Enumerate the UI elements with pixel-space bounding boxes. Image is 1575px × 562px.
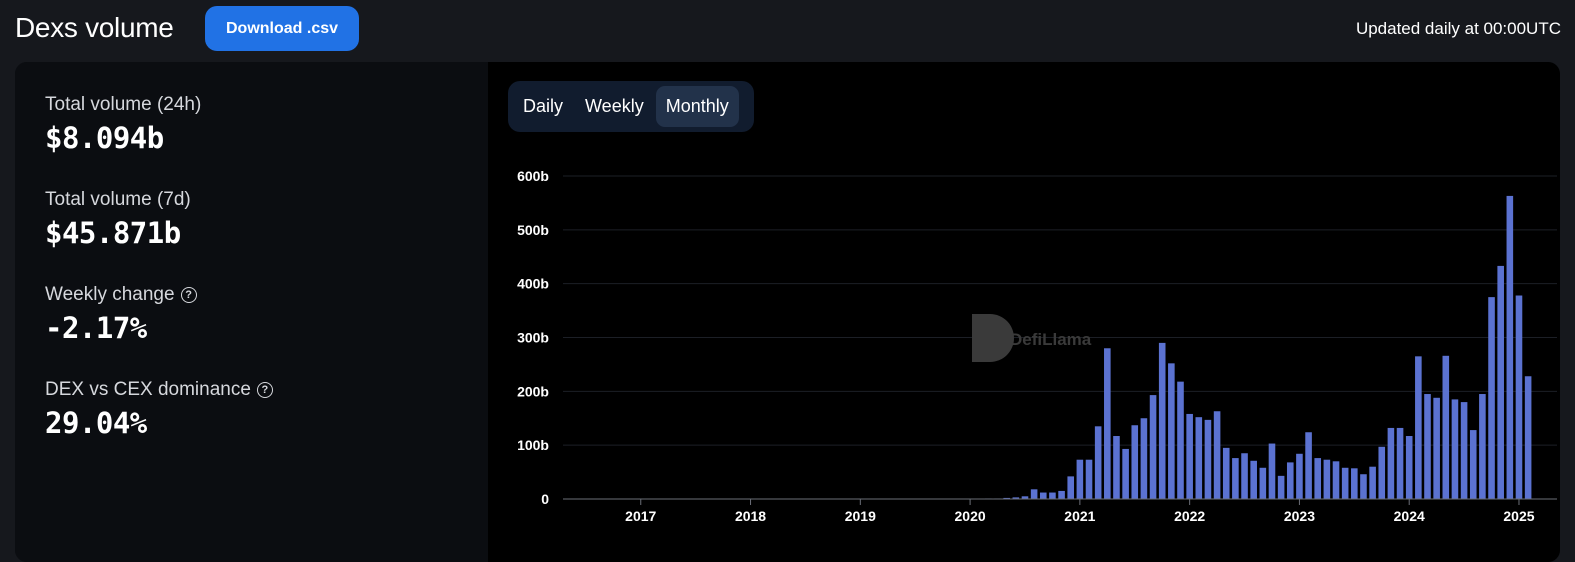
volume-bar[interactable] [1039, 492, 1047, 499]
y-tick-label: 400b [517, 276, 549, 292]
volume-bar[interactable] [1460, 402, 1468, 499]
volume-bar[interactable] [1122, 448, 1129, 499]
volume-bar[interactable] [1497, 265, 1504, 499]
update-schedule-note: Updated daily at 00:00UTC [1355, 19, 1561, 38]
stat-dex-cex-dominance: DEX vs CEX dominance ? 29.04% [45, 379, 273, 440]
volume-bar[interactable] [1469, 430, 1477, 499]
x-tick-label: 2025 [1503, 508, 1534, 524]
volume-bar[interactable] [1341, 467, 1349, 499]
y-tick-label: 300b [517, 330, 549, 346]
x-tick-label: 2023 [1284, 508, 1315, 524]
volume-bar[interactable] [1323, 459, 1331, 499]
volume-bar[interactable] [1433, 397, 1440, 499]
x-tick-label: 2017 [625, 508, 656, 524]
volume-bar[interactable] [1387, 427, 1395, 499]
volume-bar[interactable] [1149, 395, 1157, 499]
chart-area: Daily Weekly Monthly DefiLlama 0 100b 200b… [488, 62, 1560, 562]
stat-weekly-change: Weekly change ? -2.17% [45, 284, 197, 345]
volume-bar[interactable] [1250, 460, 1257, 499]
volume-bar[interactable] [1451, 399, 1459, 499]
volume-bar[interactable] [1030, 489, 1038, 499]
x-tick-label: 2019 [845, 508, 876, 524]
volume-bar[interactable] [1067, 476, 1075, 499]
volume-bar[interactable] [1195, 417, 1203, 499]
stat-label: Total volume (24h) [45, 94, 202, 115]
y-tick-label: 100b [517, 437, 549, 453]
stat-value: -2.17% [45, 311, 147, 345]
y-tick-label: 0 [541, 491, 549, 507]
watermark-text: DefiLlama [1010, 330, 1092, 349]
volume-bar[interactable] [1104, 348, 1111, 499]
defillama-watermark: DefiLlama [972, 314, 1092, 362]
volume-bar[interactable] [1049, 492, 1056, 499]
volume-bar[interactable] [1524, 376, 1532, 499]
volume-bar[interactable] [1396, 427, 1404, 499]
volume-bar[interactable] [1442, 355, 1450, 499]
volume-bar[interactable] [1515, 295, 1523, 499]
x-tick-label: 2024 [1394, 508, 1425, 524]
stat-total-volume-24h: Total volume (24h) $8.094b [45, 94, 201, 155]
volume-bar[interactable] [1058, 490, 1065, 499]
volume-bar[interactable] [1241, 453, 1248, 499]
volume-bar[interactable] [1085, 459, 1093, 499]
volume-bar[interactable] [1351, 468, 1358, 499]
stat-label: Total volume (7d) [45, 189, 191, 210]
volume-bar[interactable] [1131, 425, 1139, 499]
volume-bar[interactable] [1415, 356, 1422, 499]
x-tick-label: 2021 [1064, 508, 1095, 524]
help-icon[interactable]: ? [180, 287, 197, 303]
volume-bar[interactable] [1305, 432, 1312, 499]
volume-bar[interactable] [1296, 453, 1303, 499]
volume-bar[interactable] [1369, 466, 1376, 499]
y-tick-label: 600b [517, 168, 549, 184]
volume-bar[interactable] [1314, 458, 1322, 499]
volume-bar[interactable] [1232, 458, 1239, 499]
volume-bar[interactable] [1204, 419, 1212, 499]
page-title: Dexs volume [15, 12, 174, 43]
download-csv-button[interactable]: Download .csv [205, 6, 359, 51]
stat-value: 29.04% [45, 406, 147, 440]
stat-value: $8.094b [45, 121, 164, 155]
volume-bar[interactable] [1488, 297, 1495, 499]
volume-bar[interactable] [1286, 462, 1294, 499]
grid-layer [563, 175, 1557, 446]
volume-bar[interactable] [1094, 426, 1102, 499]
volume-bar[interactable] [1506, 195, 1514, 499]
help-icon[interactable]: ? [256, 382, 273, 398]
x-tick-label: 2022 [1174, 508, 1205, 524]
volume-bar[interactable] [1168, 363, 1175, 499]
volume-bar[interactable] [1158, 342, 1166, 499]
stat-label: Weekly change [45, 284, 175, 305]
stat-total-volume-7d: Total volume (7d) $45.871b [45, 189, 191, 250]
stat-value: $45.871b [45, 216, 181, 250]
x-tick-label: 2018 [735, 508, 766, 524]
y-tick-label: 200b [517, 383, 549, 399]
y-tick-label: 500b [517, 222, 549, 238]
volume-bar[interactable] [1277, 475, 1285, 499]
volume-bar[interactable] [1259, 467, 1267, 499]
volume-bar[interactable] [1479, 394, 1486, 499]
volume-bar[interactable] [1332, 461, 1340, 499]
volume-panel: Total volume (24h) $8.094b Total volume … [15, 62, 1560, 562]
volume-bar[interactable] [1424, 394, 1431, 499]
stat-label: DEX vs CEX dominance [45, 379, 251, 400]
volume-bar[interactable] [1405, 436, 1413, 499]
volume-bar[interactable] [1222, 447, 1230, 499]
defillama-logo-icon [972, 314, 1014, 362]
volume-bar[interactable] [1186, 413, 1193, 499]
stats-column: Total volume (24h) $8.094b Total volume … [15, 62, 488, 562]
volume-bar[interactable] [1140, 418, 1148, 499]
volume-bar[interactable] [1213, 411, 1221, 499]
volume-bar[interactable] [1076, 459, 1084, 499]
x-tick-label: 2020 [955, 508, 986, 524]
volume-bar[interactable] [1268, 443, 1276, 499]
volume-bar[interactable] [1378, 446, 1386, 499]
volume-bar[interactable] [1360, 474, 1367, 499]
volume-bar[interactable] [1113, 436, 1120, 499]
volume-bar[interactable] [1177, 381, 1184, 499]
volume-bar-chart: DefiLlama 0 100b 200b 300b 400b 500b 600b 2017 2… [517, 168, 1557, 524]
